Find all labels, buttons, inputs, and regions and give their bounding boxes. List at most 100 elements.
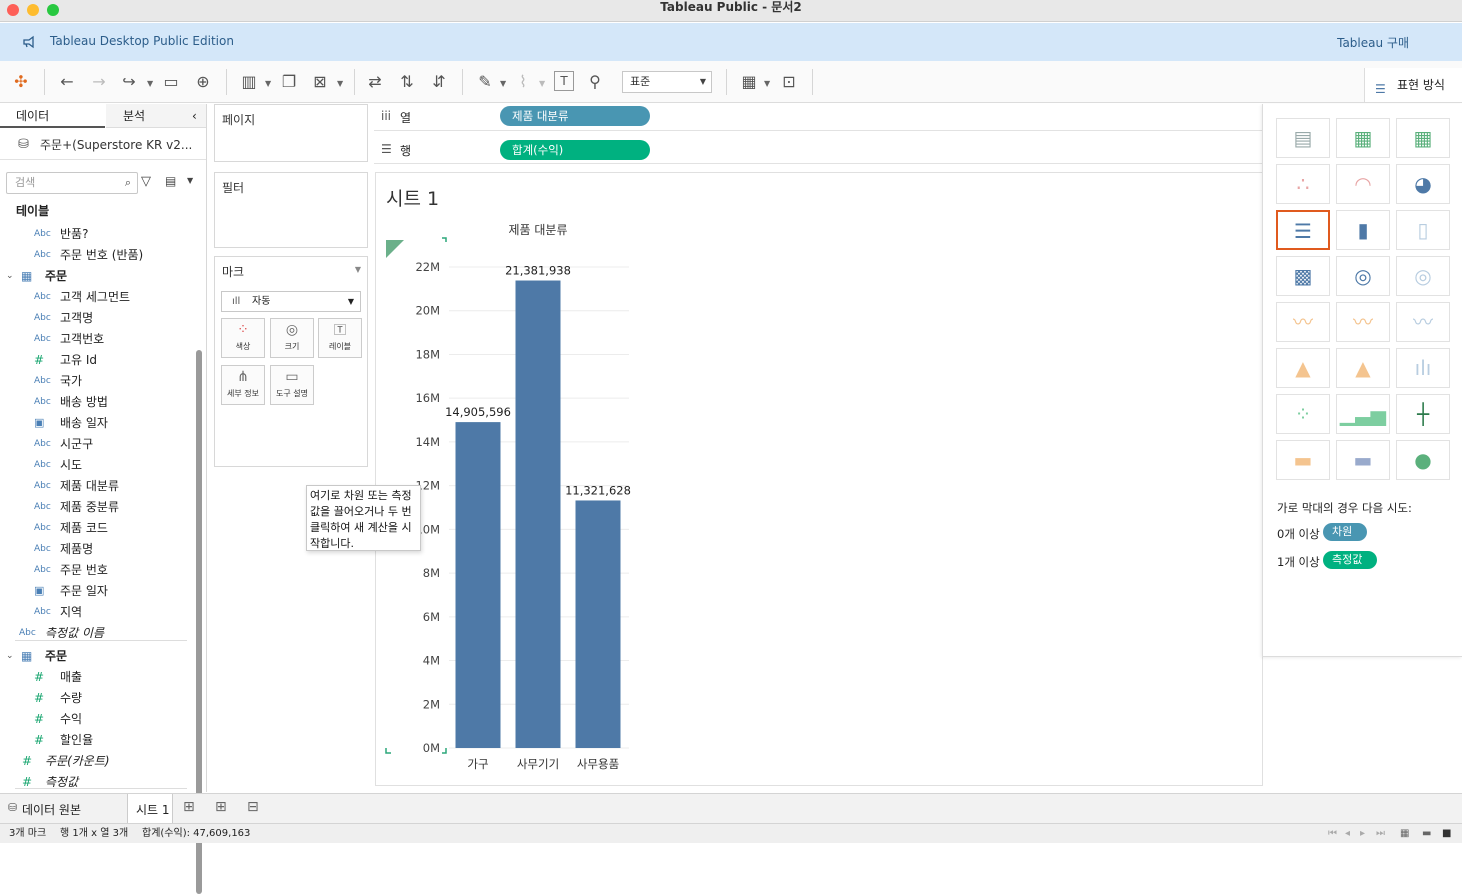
filmstrip-view-icon[interactable]: ▬ xyxy=(1422,824,1431,844)
field-item[interactable]: 고객명 xyxy=(60,309,93,327)
field-item[interactable]: 고유 Id xyxy=(60,351,97,369)
field-item[interactable]: 제품 중분류 xyxy=(60,498,119,516)
field-item[interactable]: 제품 대분류 xyxy=(60,477,119,495)
show-me-filled-map[interactable]: ◠ xyxy=(1336,164,1390,204)
field-item[interactable]: 주문 일자 xyxy=(60,582,108,600)
pages-card[interactable]: 페이지 xyxy=(214,104,368,162)
replay-icon[interactable]: ↪ xyxy=(118,71,140,93)
show-cards-icon[interactable]: ▦ xyxy=(738,71,760,93)
field-item[interactable]: 주문 번호 xyxy=(60,561,108,579)
show-me-dual-lines[interactable]: 〰 xyxy=(1396,302,1450,342)
view-options-icon[interactable]: ▤ xyxy=(165,174,176,188)
prev-sheet-icon[interactable]: ◂ xyxy=(1345,824,1350,844)
field-item[interactable]: 배송 일자 xyxy=(60,414,108,432)
datasource-name[interactable]: 주문+(Superstore KR v2... xyxy=(40,136,192,153)
expand-toggle-icon[interactable]: ⌄ xyxy=(6,267,14,285)
field-item[interactable]: 지역 xyxy=(60,603,82,621)
show-me-treemap[interactable]: ▩ xyxy=(1276,256,1330,296)
duplicate-sheet-icon[interactable]: ❐ xyxy=(278,71,300,93)
columns-shelf[interactable]: iii 열 제품 대분류 xyxy=(374,104,1262,131)
first-sheet-icon[interactable]: ⏮ xyxy=(1328,824,1337,844)
presentation-mode-icon[interactable]: ⊡ xyxy=(778,71,800,93)
show-labels-icon[interactable]: T xyxy=(554,71,574,91)
show-me-pie-chart[interactable]: ◕ xyxy=(1396,164,1450,204)
size-button[interactable]: ◎ 크기 xyxy=(270,318,314,358)
show-me-area-continuous[interactable]: ▲ xyxy=(1276,348,1330,388)
field-item[interactable]: 국가 xyxy=(60,372,82,390)
sort-ascending-icon[interactable]: ⇅ xyxy=(396,71,418,93)
field-item[interactable]: 주문(카운트) xyxy=(45,752,110,770)
show-me-scatter-plot[interactable]: ⁘ xyxy=(1276,394,1330,434)
redo-icon[interactable]: → xyxy=(88,71,110,93)
columns-pill[interactable]: 제품 대분류 xyxy=(500,106,650,126)
tab-analysis[interactable]: 분석 ‹ xyxy=(106,104,206,128)
datasource-tab[interactable]: 데이터 원본 xyxy=(22,801,81,818)
chevron-down-icon[interactable]: ▼ xyxy=(187,176,193,185)
save-icon[interactable]: ▭ xyxy=(160,71,182,93)
show-me-button[interactable]: ☰ 표현 방식 xyxy=(1364,68,1462,102)
sort-descending-icon[interactable]: ⇵ xyxy=(428,71,450,93)
new-story-tab-icon[interactable]: ⊟ xyxy=(247,799,259,815)
grid-view-icon[interactable]: ▦ xyxy=(1400,824,1409,844)
undo-icon[interactable]: ← xyxy=(56,71,78,93)
collapse-pane-icon[interactable]: ‹ xyxy=(192,104,197,128)
pin-axes-icon[interactable]: ⚲ xyxy=(584,71,606,93)
sheet-title[interactable]: 시트 1 xyxy=(386,184,439,211)
field-item[interactable]: 수량 xyxy=(60,689,82,707)
search-input[interactable]: 검색 ⌕ xyxy=(6,172,138,194)
field-item[interactable]: 수익 xyxy=(60,710,82,728)
show-me-packed-bubbles[interactable]: ● xyxy=(1396,440,1450,480)
last-sheet-icon[interactable]: ⏭ xyxy=(1376,824,1385,844)
field-item[interactable]: 반품? xyxy=(60,225,88,243)
tab-view-icon[interactable]: ■ xyxy=(1442,824,1451,844)
new-dashboard-tab-icon[interactable]: ⊞ xyxy=(215,799,227,815)
expand-toggle-icon[interactable]: ⌄ xyxy=(6,647,14,665)
field-item[interactable]: 배송 방법 xyxy=(60,393,108,411)
filters-card[interactable]: 필터 xyxy=(214,172,368,248)
show-me-side-by-side-circles[interactable]: ◎ xyxy=(1396,256,1450,296)
filter-icon[interactable]: ▽ xyxy=(141,174,151,189)
show-me-gantt-chart[interactable]: ▬ xyxy=(1276,440,1330,480)
show-me-text-table[interactable]: ▤ xyxy=(1276,118,1330,158)
field-item[interactable]: 할인율 xyxy=(60,731,93,749)
field-item[interactable]: 고객 세그먼트 xyxy=(60,288,130,306)
show-me-stacked-bars[interactable]: ▮ xyxy=(1336,210,1390,250)
sheet-tab[interactable]: 시트 1 xyxy=(127,794,173,823)
show-me-lines-discrete[interactable]: 〰 xyxy=(1336,302,1390,342)
tooltip-button[interactable]: ▭ 도구 설명 xyxy=(270,365,314,405)
field-item[interactable]: 주문 번호 (반품) xyxy=(60,246,143,264)
show-me-highlight-table[interactable]: ▦ xyxy=(1396,118,1450,158)
show-me-symbol-map[interactable]: ∴ xyxy=(1276,164,1330,204)
show-me-area-discrete[interactable]: ▲ xyxy=(1336,348,1390,388)
mark-type-select[interactable]: ıll 자동 ▼ xyxy=(221,291,361,312)
swap-rows-columns-icon[interactable]: ⇄ xyxy=(364,71,386,93)
fit-select[interactable]: 표준 ▼ xyxy=(622,71,712,93)
show-me-bullet-graph[interactable]: ▬ xyxy=(1336,440,1390,480)
show-me-horizontal-bars[interactable]: ☰ xyxy=(1276,210,1330,250)
chevron-down-icon[interactable]: ▼ xyxy=(355,265,361,274)
field-item[interactable]: 고객번호 xyxy=(60,330,104,348)
color-button[interactable]: ⁘ 색상 xyxy=(221,318,265,358)
rows-shelf[interactable]: ☰ 행 합계(수익) xyxy=(374,138,1262,164)
field-item[interactable]: 제품명 xyxy=(60,540,93,558)
show-me-dual-combination[interactable]: ılı xyxy=(1396,348,1450,388)
table-header[interactable]: 주문 xyxy=(45,267,67,285)
highlight-icon[interactable]: ✎ xyxy=(474,71,496,93)
show-me-heat-map[interactable]: ▦ xyxy=(1336,118,1390,158)
new-worksheet-tab-icon[interactable]: ⊞ xyxy=(183,799,195,815)
new-datasource-icon[interactable]: ⊕ xyxy=(192,71,214,93)
field-item[interactable]: 시도 xyxy=(60,456,82,474)
buy-tableau-link[interactable]: Tableau 구매 xyxy=(1337,34,1409,51)
show-me-lines-continuous[interactable]: 〰 xyxy=(1276,302,1330,342)
next-sheet-icon[interactable]: ▸ xyxy=(1360,824,1365,844)
tableau-logo-icon[interactable]: ✣ xyxy=(10,71,32,93)
field-item[interactable]: 시군구 xyxy=(60,435,93,453)
show-me-histogram[interactable]: ▁▃▅ xyxy=(1336,394,1390,434)
table-header[interactable]: 주문 xyxy=(45,647,67,665)
tab-data[interactable]: 데이터 xyxy=(0,104,105,128)
group-icon[interactable]: ⌇ xyxy=(512,71,534,93)
rows-pill[interactable]: 합계(수익) xyxy=(500,140,650,160)
show-me-box-whisker[interactable]: ┼ xyxy=(1396,394,1450,434)
clear-sheet-icon[interactable]: ⊠ xyxy=(309,71,331,93)
field-item[interactable]: 매출 xyxy=(60,668,82,686)
